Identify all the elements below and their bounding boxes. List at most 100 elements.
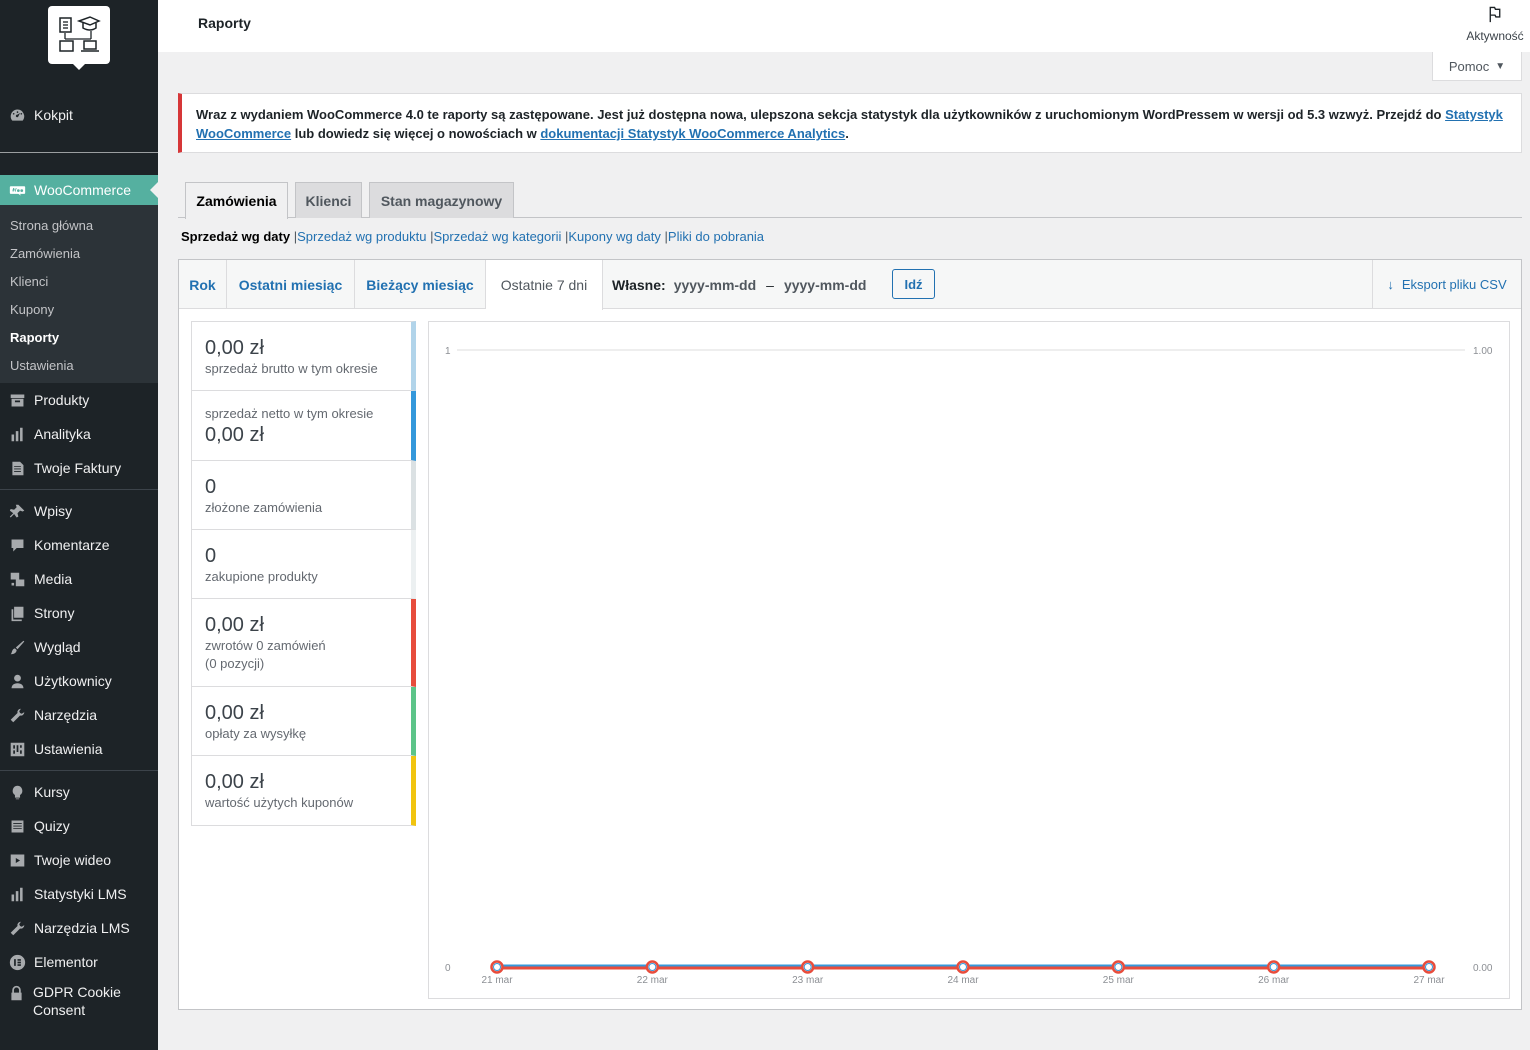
logo-icon[interactable] [48,6,110,70]
menu-media[interactable]: Media [0,562,158,596]
y-axis-tick-label-left: 1 [445,346,451,357]
report-subnav: Sprzedaż wg daty |Sprzedaż wg produktu |… [181,229,764,244]
legend-refunds[interactable]: 0,00 zł zwrotów 0 zamówień (0 pozycji) [191,599,416,687]
list-icon [8,817,26,835]
x-axis-tick-label: 24 mar [947,975,979,986]
subnav-pliki-do-pobrania[interactable]: Pliki do pobrania [668,229,764,244]
menu-label: Twoje Faktury [34,460,122,476]
range-ostatni-miesiac[interactable]: Ostatni miesiąc [227,260,355,309]
flag-icon [1489,6,1501,23]
legend-description: sprzedaż brutto w tym okresie [205,361,378,376]
menu-ustawienia[interactable]: Ustawienia [0,732,158,766]
legend-net-sales[interactable]: sprzedaż netto w tym okresie 0,00 zł [191,391,416,461]
export-csv-button[interactable]: ↓ Eksport pliku CSV [1372,260,1521,309]
chart-icon [8,885,26,903]
legend-description: złożone zamówienia [205,500,323,515]
menu-uzytkownicy[interactable]: Użytkownicy [0,664,158,698]
menu-wpisy[interactable]: Wpisy [0,494,158,528]
comment-icon [8,536,26,554]
menu-analityka[interactable]: Analityka [0,417,158,451]
start-date-input[interactable]: yyyy-mm-dd [674,277,756,293]
report-tabs: Zamówienia Klienci Stan magazynowy [178,182,1522,219]
menu-twoje-faktury[interactable]: Twoje Faktury [0,451,158,485]
woo-submenu: Strona główna Zamówienia Klienci Kupony … [0,205,158,383]
y-axis-tick-label-left: 0 [445,963,451,974]
menu-narzedzia[interactable]: Narzędzia [0,698,158,732]
menu-elementor[interactable]: Elementor [0,945,158,979]
menu-komentarze[interactable]: Komentarze [0,528,158,562]
tab-stan-magazynowy[interactable]: Stan magazynowy [369,182,514,218]
wrench-icon [8,919,26,937]
menu-wyglad[interactable]: Wygląd [0,630,158,664]
menu-label: Quizy [34,818,70,834]
submenu-strona-glowna[interactable]: Strona główna [0,211,158,239]
x-axis-tick-label: 27 mar [1413,975,1445,986]
menu-label: Statystyki LMS [34,886,127,902]
legend-description: zwrotów 0 zamówień [205,638,326,653]
legend-amount: 0 [205,545,217,567]
tab-klienci[interactable]: Klienci [295,182,362,218]
menu-twoje-wideo[interactable]: Twoje wideo [0,843,158,877]
legend-items-purchased[interactable]: 0 zakupione produkty [191,530,416,599]
menu-woocommerce[interactable]: WooCommerce [0,175,158,205]
range-ostatnie-7-dni[interactable]: Ostatnie 7 dni [486,260,603,310]
subnav-sprzedaz-wg-produktu[interactable]: Sprzedaż wg produktu [297,229,426,244]
legend-amount: 0,00 zł [205,424,264,446]
legend-description: sprzedaż netto w tym okresie [205,406,374,421]
menu-label: Analityka [34,426,91,442]
legend-coupons[interactable]: 0,00 zł wartość użytych kuponów [191,756,416,826]
y-axis-tick-label-right: 1.00 [1473,346,1493,357]
archive-icon [8,391,26,409]
sales-chart: 1 0 1.00 0.00 21 mar 22 mar 23 mar 24 mar 25 mar… [428,321,1510,999]
submenu-ustawienia[interactable]: Ustawienia [0,351,158,379]
subnav-kupony-wg-daty[interactable]: Kupony wg daty [568,229,661,244]
submenu-zamowienia[interactable]: Zamówienia [0,239,158,267]
x-axis-tick-label: 25 mar [1103,975,1135,986]
submenu-kupony[interactable]: Kupony [0,295,158,323]
legend-amount: 0,00 zł [205,337,264,359]
range-rok[interactable]: Rok [179,260,227,309]
x-axis-tick-label: 26 mar [1258,975,1290,986]
legend-shipping[interactable]: 0,00 zł opłaty za wysyłkę [191,687,416,756]
x-axis-tick-label: 22 mar [637,975,669,986]
help-button[interactable]: Pomoc ▼ [1432,52,1522,81]
legend-amount: 0,00 zł [205,771,264,793]
tab-zamowienia[interactable]: Zamówienia [185,182,288,219]
menu-kokpit[interactable]: Kokpit [0,98,158,132]
menu-quizy[interactable]: Quizy [0,809,158,843]
menu-narzedzia-lms[interactable]: Narzędzia LMS [0,911,158,945]
range-biezacy-miesiac[interactable]: Bieżący miesiąc [355,260,486,309]
menu-strony[interactable]: Strony [0,596,158,630]
menu-label: WooCommerce [34,182,131,198]
activity-label: Aktywność [1466,29,1524,43]
legend-amount: 0 [205,476,217,498]
legend-description-secondary: (0 pozycji) [205,656,265,671]
menu-gdpr-cookie-consent[interactable]: GDPR Cookie Consent [0,979,158,1023]
y-axis-tick-label-right: 0.00 [1473,963,1493,974]
menu-label: Kursy [34,784,70,800]
page-header: Raporty Aktywność [158,0,1530,52]
menu-label: Użytkownicy [34,673,112,689]
menu-kursy[interactable]: Kursy [0,775,158,809]
brush-icon [8,638,26,656]
legend-gross-sales[interactable]: 0,00 zł sprzedaż brutto w tym okresie [191,321,416,391]
menu-label: Wpisy [34,503,73,519]
analytics-docs-link[interactable]: dokumentacji Statystyk WooCommerce Analy… [540,126,845,141]
submenu-klienci[interactable]: Klienci [0,267,158,295]
go-button[interactable]: Idź [892,269,935,299]
range-dash: – [766,276,774,293]
end-date-input[interactable]: yyyy-mm-dd [784,277,866,293]
submenu-raporty[interactable]: Raporty [0,323,158,351]
menu-statystyki-lms[interactable]: Statystyki LMS [0,877,158,911]
chart-canvas: 1 0 1.00 0.00 21 mar 22 mar 23 mar 24 mar 25 mar… [445,346,1493,986]
legend-orders-placed[interactable]: 0 złożone zamówienia [191,461,416,530]
subnav-sprzedaz-wg-kategorii[interactable]: Sprzedaż wg kategorii [433,229,561,244]
export-label: Eksport pliku CSV [1401,277,1507,292]
menu-produkty[interactable]: Produkty [0,383,158,417]
notice-text: Wraz z wydaniem WooCommerce 4.0 te rapor… [196,107,1446,122]
separator [0,152,158,153]
menu-label: Komentarze [34,537,110,553]
activity-button[interactable]: Aktywność [1460,5,1530,43]
video-icon [8,851,26,869]
pages-icon [8,604,26,622]
